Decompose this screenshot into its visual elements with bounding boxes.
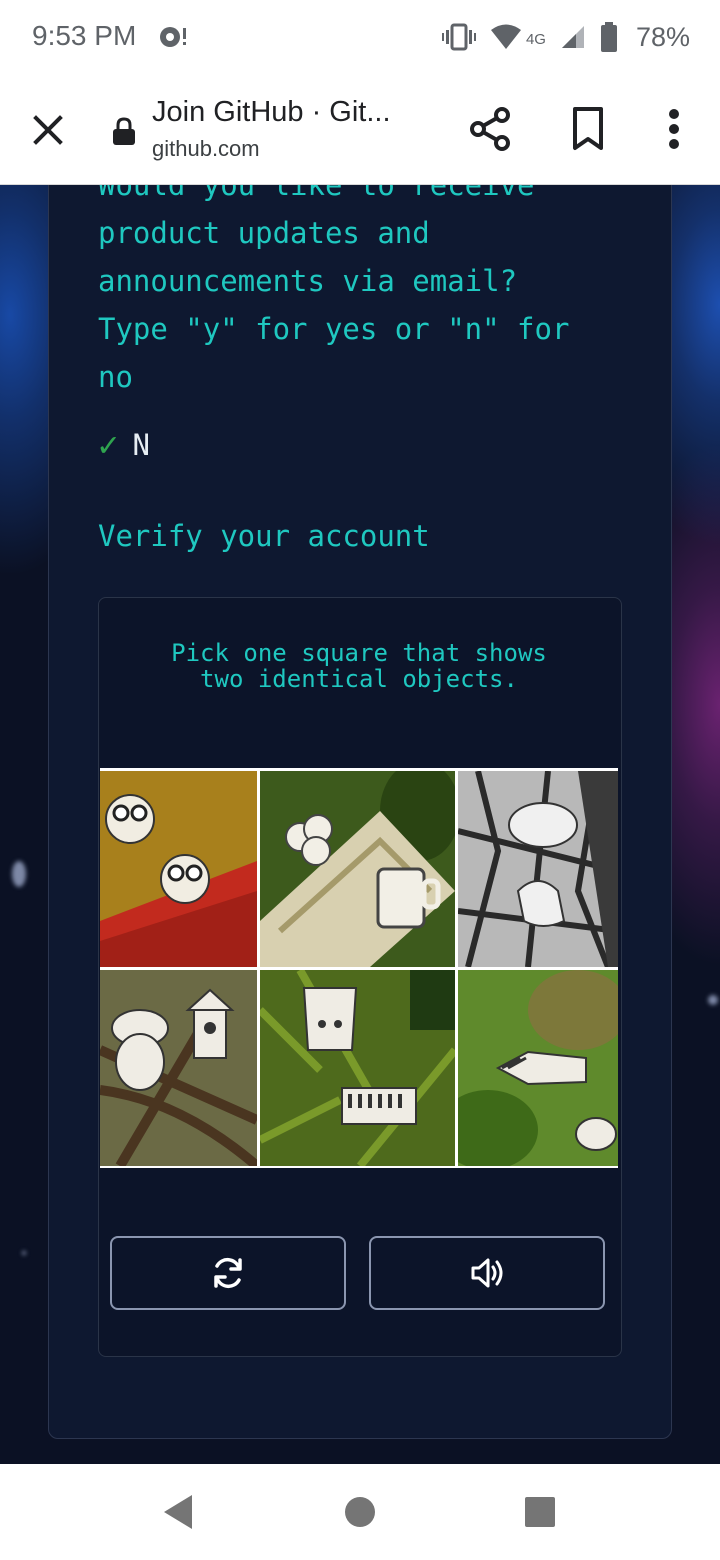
wifi-icon [490, 24, 521, 49]
browser-toolbar: Join GitHub · Git... github.com [0, 76, 720, 185]
page-content[interactable]: Would you like to receive product update… [0, 185, 720, 1464]
prompt-line: announcements via email? [98, 264, 518, 298]
answer-value: N [132, 428, 150, 462]
answer-row: ✓ N [98, 421, 150, 469]
checkmark-icon: ✓ [98, 425, 119, 465]
prompt-line: no [98, 360, 133, 394]
refresh-button[interactable] [110, 1236, 346, 1310]
prompt-line: Would you like to receive [98, 185, 535, 202]
email-prompt: Would you like to receive product update… [98, 185, 658, 401]
back-icon[interactable] [160, 1492, 196, 1532]
background-star [12, 861, 26, 887]
captcha-tile-clover-mug[interactable] [260, 771, 455, 967]
audio-icon [471, 1258, 503, 1288]
cloud-hand-image [458, 771, 618, 967]
captcha-tile-robot-piano[interactable] [260, 970, 455, 1166]
page-title[interactable]: Join GitHub · Git... [152, 96, 391, 129]
battery-percent: 78% [635, 21, 690, 52]
refresh-icon [214, 1257, 242, 1289]
system-nav-bar [0, 1464, 720, 1560]
network-label: 4G [525, 30, 546, 48]
clover-mug-image [260, 771, 455, 967]
captcha-tile-cloud-hand[interactable] [458, 771, 618, 967]
status-bar: 9:53 PM 4G 78% [0, 0, 720, 76]
captcha-tile-acorn-birdhouse[interactable] [100, 970, 257, 1166]
vibrate-icon [441, 23, 476, 51]
bookmark-icon[interactable] [566, 104, 610, 154]
acorn-birdhouse-image [100, 970, 257, 1166]
home-icon[interactable] [344, 1496, 376, 1528]
url-text[interactable]: github.com [152, 136, 260, 162]
prompt-line: Type "y" for yes or "n" for [98, 312, 570, 346]
signal-icon [561, 26, 584, 48]
captcha-grid [100, 768, 618, 1168]
background-star [708, 995, 718, 1005]
notification-icon [160, 27, 186, 47]
captcha-tile-arrow-turtle[interactable] [458, 970, 618, 1166]
robot-piano-image [260, 970, 455, 1166]
status-time: 9:53 PM [32, 20, 137, 51]
owls-image [100, 771, 257, 967]
status-icons: 4G 78% [441, 20, 690, 54]
prompt-line: product updates and [98, 216, 430, 250]
more-vert-icon[interactable] [656, 104, 692, 154]
recents-icon[interactable] [524, 1496, 556, 1528]
battery-icon [600, 22, 617, 52]
arrow-turtle-image [458, 970, 618, 1166]
lock-icon [113, 117, 135, 145]
captcha-tile-owls[interactable] [100, 771, 257, 967]
captcha-instruction: Pick one square that shows two identical… [171, 639, 547, 693]
background-star [22, 1251, 26, 1255]
close-icon[interactable] [24, 106, 72, 154]
audio-challenge-button[interactable] [369, 1236, 605, 1310]
captcha-box: Pick one square that shows two identical… [98, 597, 622, 1357]
share-icon[interactable] [466, 104, 516, 154]
verify-heading: Verify your account [98, 519, 430, 553]
